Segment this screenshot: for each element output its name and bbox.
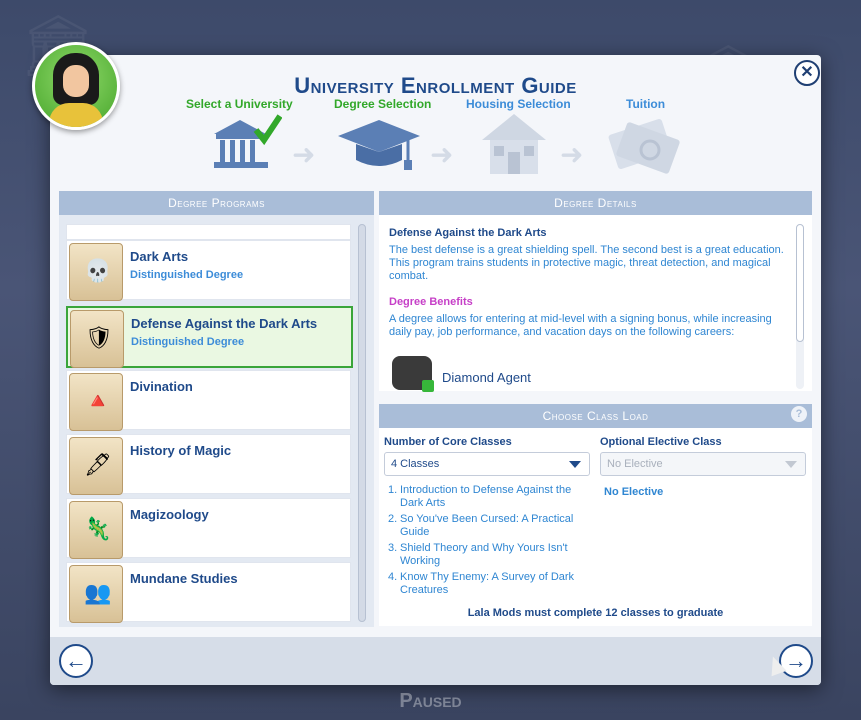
degree-item-partial[interactable]: [66, 224, 351, 240]
elective-selected: No Elective: [604, 486, 664, 498]
details-scroll-thumb[interactable]: [796, 224, 804, 342]
step-arrow-icon: ➜: [560, 139, 584, 170]
step-arrow-icon: ➜: [292, 139, 316, 170]
graduation-requirement: Lala Mods must complete 12 classes to gr…: [467, 607, 724, 619]
chevron-down-icon: [785, 461, 797, 468]
list-item: 2. So You've Been Cursed: A Practical Gui…: [388, 513, 574, 538]
help-icon[interactable]: ?: [791, 406, 807, 422]
degree-name: History of Magic: [130, 443, 232, 458]
step-arrow-icon: ➜: [430, 139, 454, 170]
step-tuition: Tuition: [626, 97, 666, 111]
shield-wand-scroll-icon: 🛡: [70, 310, 124, 368]
career-name: Diamond Agent: [442, 370, 531, 385]
degree-item-defense-dark-arts[interactable]: 🛡 Defense Against the Dark Arts Distingu…: [66, 306, 353, 368]
close-button[interactable]: ✕: [794, 60, 820, 86]
degree-item-dark-arts[interactable]: 💀 Dark Arts Distinguished Degree: [66, 240, 351, 301]
degree-name: Defense Against the Dark Arts: [131, 316, 318, 331]
university-building-icon: [214, 114, 282, 168]
degree-type: Distinguished Degree: [131, 336, 245, 348]
step-degree-selection: Degree Selection: [334, 97, 432, 111]
arrow-left-icon: ←: [65, 648, 87, 673]
step-select-university: Select a University: [186, 97, 293, 111]
eye-pyramid-scroll-icon: 🔺: [69, 373, 123, 431]
house-icon: [482, 114, 546, 174]
back-button[interactable]: ←: [59, 644, 93, 678]
degree-item-divination[interactable]: 🔺 Divination: [66, 370, 351, 431]
core-classes-dropdown[interactable]: 4 Classes: [384, 452, 590, 476]
arrow-right-icon: →: [785, 648, 807, 673]
elective-class-label: Optional Elective Class: [600, 436, 722, 448]
paused-indicator: Paused: [399, 690, 462, 712]
degree-type: Distinguished Degree: [130, 269, 244, 281]
skull-scroll-icon: 💀: [69, 243, 123, 301]
degree-item-mundane-studies[interactable]: 👥 Mundane Studies: [66, 562, 351, 623]
class-load-header: Choose Class Load: [379, 404, 812, 428]
graduation-cap-icon: [338, 120, 420, 170]
core-class-list: 1. Introduction to Defense Against the Da…: [388, 484, 594, 600]
dialog-footer: [50, 637, 821, 685]
people-scroll-icon: 👥: [69, 565, 123, 623]
core-classes-value: 4 Classes: [391, 458, 440, 470]
chevron-down-icon: [569, 461, 581, 468]
diamond-agent-career-icon: [392, 356, 434, 392]
quill-scroll-icon: 🖋: [69, 437, 123, 495]
list-item: 1. Introduction to Defense Against the Da…: [388, 484, 572, 509]
degree-description: The best defense is a great shielding sp…: [389, 244, 784, 282]
degree-benefits-description: A degree allows for entering at mid-leve…: [389, 313, 772, 338]
degree-details-title: Defense Against the Dark Arts: [389, 227, 547, 239]
degree-benefits-label: Degree Benefits: [389, 296, 473, 308]
list-item: 3. Shield Theory and Why Yours Isn't Work…: [388, 542, 568, 567]
degree-item-magizoology[interactable]: 🦎 Magizoology: [66, 498, 351, 559]
dialog-title: University Enrollment Guide: [294, 73, 577, 98]
next-button[interactable]: →: [779, 644, 813, 678]
degree-item-history-of-magic[interactable]: 🖋 History of Magic: [66, 434, 351, 495]
close-icon: ✕: [800, 64, 814, 81]
core-classes-label: Number of Core Classes: [384, 436, 512, 448]
elective-class-dropdown[interactable]: No Elective: [600, 452, 806, 476]
degree-name: Divination: [130, 379, 193, 394]
degree-list-scroll-thumb[interactable]: [358, 224, 366, 622]
degree-programs-header: Degree Programs: [59, 191, 374, 215]
degree-name: Mundane Studies: [130, 571, 238, 586]
elective-class-value: No Elective: [607, 458, 663, 470]
list-item: 4. Know Thy Enemy: A Survey of Dark Creat…: [388, 571, 575, 596]
degree-name: Magizoology: [130, 507, 209, 522]
money-icon: [608, 119, 680, 174]
degree-details-header: Degree Details: [379, 191, 812, 215]
degree-name: Dark Arts: [130, 249, 189, 264]
sim-avatar: [32, 42, 120, 130]
creature-scroll-icon: 🦎: [69, 501, 123, 559]
